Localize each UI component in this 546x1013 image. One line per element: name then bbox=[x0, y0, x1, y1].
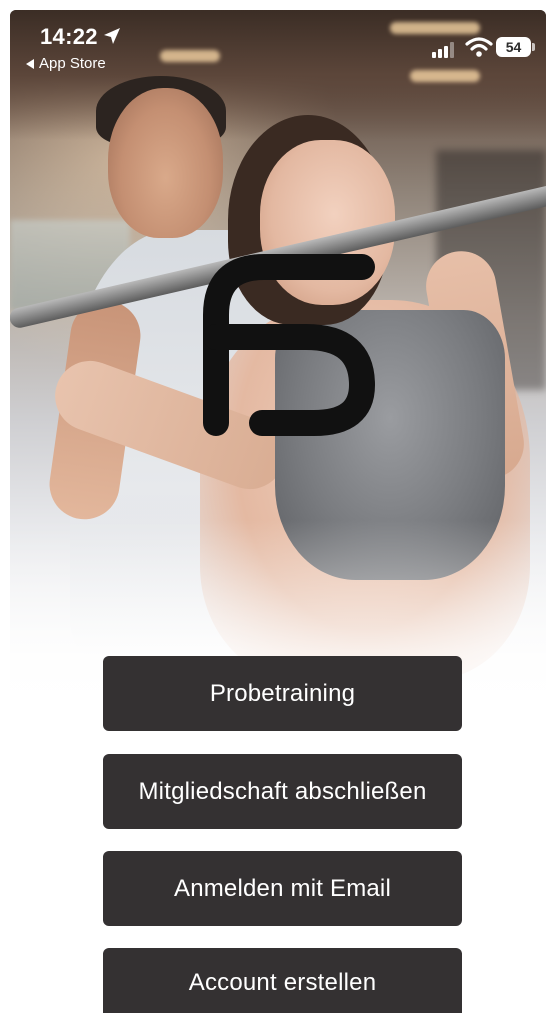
brand-logo bbox=[203, 254, 375, 436]
login-email-button[interactable]: Anmelden mit Email bbox=[103, 851, 462, 926]
membership-button[interactable]: Mitgliedschaft abschließen bbox=[103, 754, 462, 829]
wifi-icon bbox=[465, 37, 493, 57]
status-time: 14:22 bbox=[40, 24, 98, 49]
back-triangle-icon bbox=[26, 58, 34, 69]
trial-training-button[interactable]: Probetraining bbox=[103, 656, 462, 731]
battery-cap bbox=[532, 43, 535, 51]
create-account-button[interactable]: Account erstellen bbox=[103, 948, 462, 1013]
back-label: App Store bbox=[39, 55, 106, 72]
welcome-screen: 14:22 App Store 54 Probetraining Mitglie… bbox=[0, 0, 546, 1013]
battery-level: 54 bbox=[505, 39, 522, 55]
trainer-head bbox=[108, 88, 223, 238]
cellular-signal-icon bbox=[432, 42, 454, 58]
battery-body: 54 bbox=[496, 37, 531, 57]
battery-icon: 54 bbox=[496, 37, 536, 57]
location-arrow-icon bbox=[104, 28, 120, 44]
status-bar: 14:22 App Store 54 bbox=[10, 10, 546, 80]
back-to-app-store[interactable]: App Store bbox=[26, 55, 106, 72]
